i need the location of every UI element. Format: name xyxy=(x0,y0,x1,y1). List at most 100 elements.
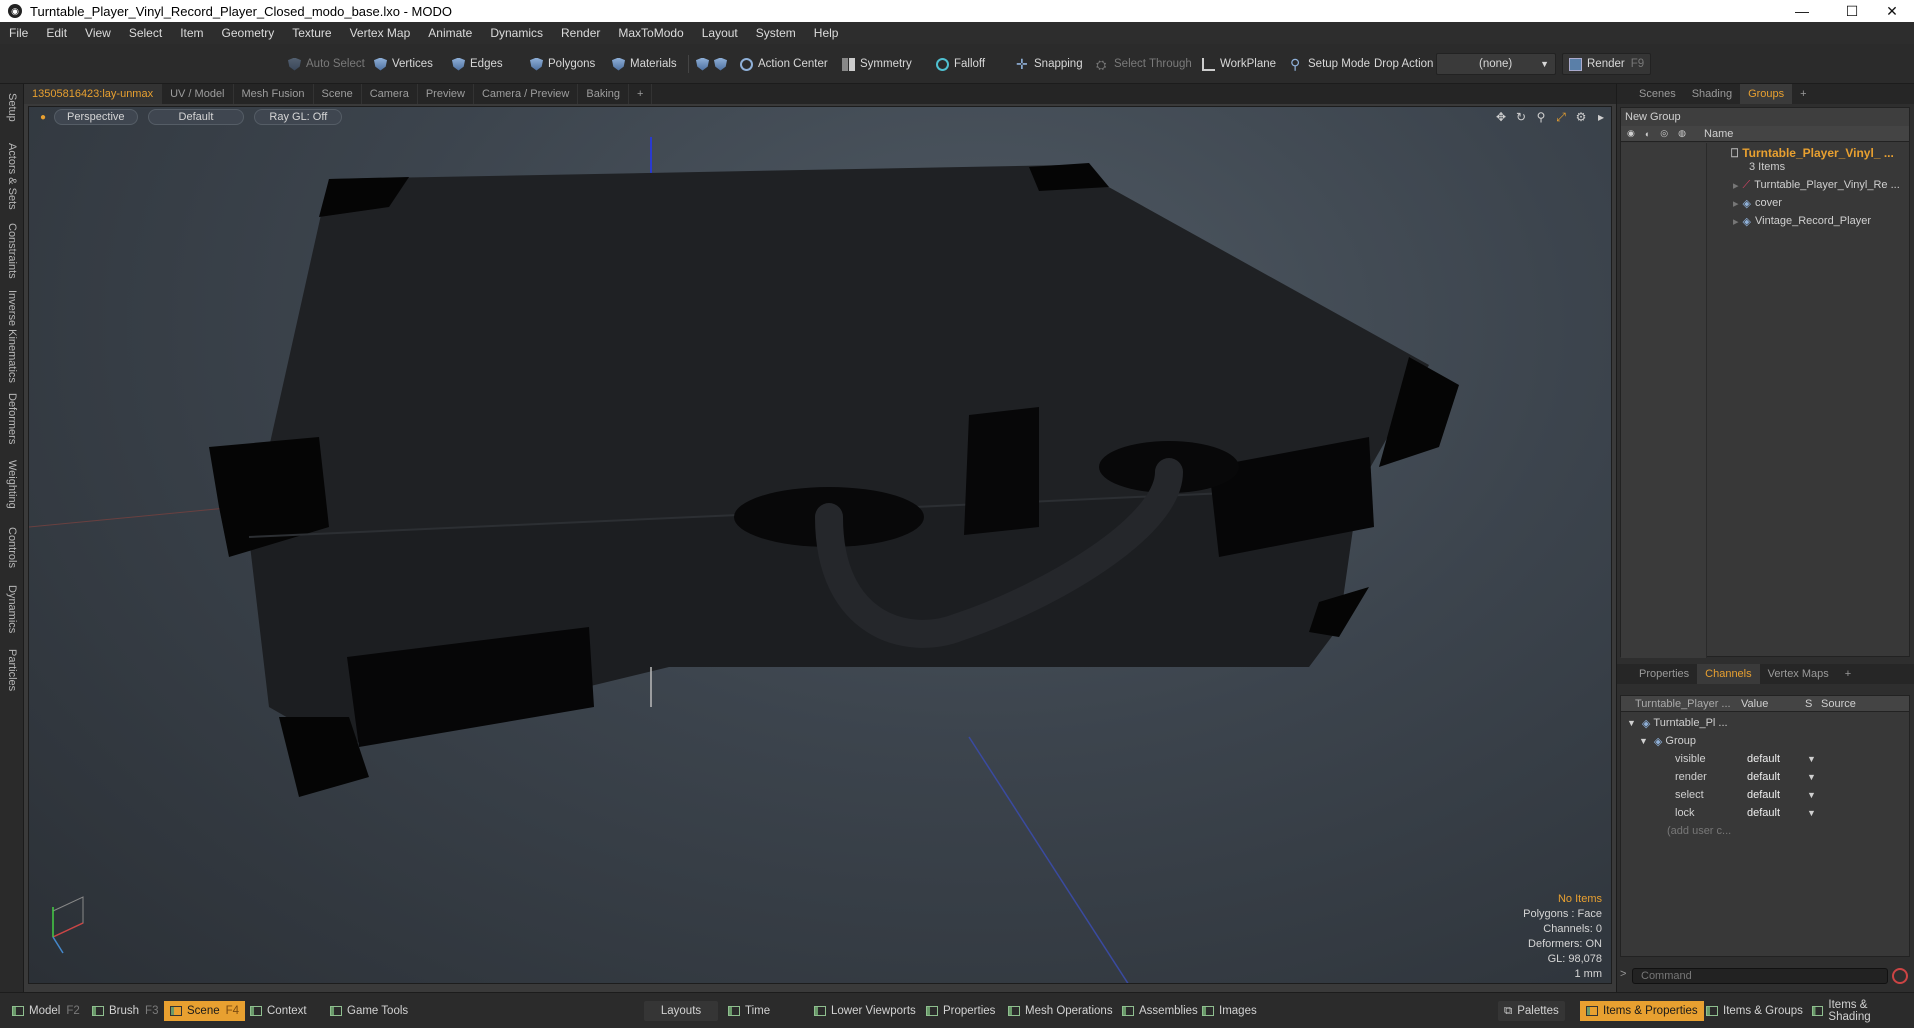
zoom-icon[interactable]: ⚲ xyxy=(1533,109,1549,125)
menu-view[interactable]: View xyxy=(76,26,120,40)
tab-scenes[interactable]: Scenes xyxy=(1631,84,1684,104)
menu-animate[interactable]: Animate xyxy=(419,26,481,40)
falloff-button[interactable]: Falloff xyxy=(930,53,991,75)
time-button[interactable]: Time xyxy=(722,1001,776,1021)
add-panel-tab[interactable]: + xyxy=(1792,84,1814,104)
left-tab-actors-sets[interactable]: Actors & Sets xyxy=(3,140,21,212)
menu-help[interactable]: Help xyxy=(805,26,848,40)
group-child-item[interactable]: ▸ ◈ cover xyxy=(1733,194,1782,212)
left-tab-deformers[interactable]: Deformers xyxy=(3,390,21,448)
palettes-button[interactable]: ⧉ Palettes xyxy=(1498,1001,1565,1021)
left-tab-dynamics[interactable]: Dynamics xyxy=(3,580,21,638)
items-groups-button[interactable]: Items & Groups xyxy=(1700,1001,1809,1021)
menu-file[interactable]: File xyxy=(0,26,37,40)
menu-texture[interactable]: Texture xyxy=(283,26,340,40)
command-input[interactable]: Command xyxy=(1632,968,1888,984)
action-center-button[interactable]: Action Center xyxy=(734,53,834,75)
channel-row[interactable]: visible default ▼ xyxy=(1643,750,1909,768)
tab-camera[interactable]: Camera xyxy=(362,84,418,104)
model-layout-button[interactable]: Model F2 xyxy=(6,1001,86,1021)
viewport-menu-icon[interactable]: ▸ xyxy=(1593,109,1609,125)
menu-render[interactable]: Render xyxy=(552,26,609,40)
group-child-item[interactable]: ▸ ◈ Vintage_Record_Player xyxy=(1733,212,1871,230)
render-button[interactable]: Render F9 xyxy=(1562,53,1652,75)
workplane-button[interactable]: WorkPlane xyxy=(1196,53,1282,75)
vertices-button[interactable]: Vertices xyxy=(368,53,439,75)
polygons-button[interactable]: Polygons xyxy=(524,53,601,75)
menu-system[interactable]: System xyxy=(747,26,805,40)
drop-action-select[interactable]: (none) ▼ xyxy=(1436,53,1556,75)
lower-viewports-button[interactable]: Lower Viewports xyxy=(808,1001,922,1021)
menu-dynamics[interactable]: Dynamics xyxy=(481,26,552,40)
tab-preview[interactable]: Preview xyxy=(418,84,474,104)
channel-row[interactable]: select default ▼ xyxy=(1643,786,1909,804)
left-tab-setup[interactable]: Setup xyxy=(3,90,21,124)
maximize-viewport-icon[interactable]: ⤢ xyxy=(1553,109,1569,125)
3d-viewport[interactable] xyxy=(28,106,1612,984)
materials-button[interactable]: Materials xyxy=(606,53,683,75)
layouts-button[interactable]: Layouts xyxy=(644,1001,718,1021)
tab-properties[interactable]: Properties xyxy=(1631,664,1697,684)
tab-mesh-fusion[interactable]: Mesh Fusion xyxy=(234,84,314,104)
tab-camera-preview[interactable]: Camera / Preview xyxy=(474,84,579,104)
maximize-button[interactable]: ☐ xyxy=(1830,0,1874,22)
menu-geometry[interactable]: Geometry xyxy=(213,26,284,40)
channel-value[interactable]: default xyxy=(1747,771,1807,783)
items-shading-button[interactable]: Items & Shading xyxy=(1806,999,1914,1023)
mesh-operations-button[interactable]: Mesh Operations xyxy=(1002,1001,1119,1021)
raygl-button[interactable]: Ray GL: Off xyxy=(254,109,343,125)
rotate-icon[interactable]: ↻ xyxy=(1513,109,1529,125)
channel-row[interactable]: render default ▼ xyxy=(1643,768,1909,786)
chevron-down-icon[interactable]: ▼ xyxy=(1807,772,1816,782)
group-child-item[interactable]: ▸ ⟋ Turntable_Player_Vinyl_Re ... xyxy=(1733,176,1900,194)
close-button[interactable]: ✕ xyxy=(1870,0,1914,22)
auto-select-button[interactable]: Auto Select xyxy=(282,53,371,75)
channel-row[interactable]: lock default ▼ xyxy=(1643,804,1909,822)
record-macro-icon[interactable] xyxy=(1892,968,1908,984)
channel-root-item[interactable]: ▼ ◈ Turntable_Pl ... xyxy=(1627,714,1728,732)
menu-maxtomodo[interactable]: MaxToModo xyxy=(609,26,692,40)
add-tab-button[interactable]: + xyxy=(629,84,653,104)
properties-button[interactable]: Properties xyxy=(920,1001,1001,1021)
tab-baking[interactable]: Baking xyxy=(578,84,630,104)
chevron-down-icon[interactable]: ▼ xyxy=(1807,808,1816,818)
pan-icon[interactable]: ✥ xyxy=(1493,109,1509,125)
tab-layout-unmax[interactable]: 13505816423:lay-unmax xyxy=(24,84,163,104)
assemblies-button[interactable]: Assemblies xyxy=(1116,1001,1204,1021)
brush-layout-button[interactable]: Brush F3 xyxy=(86,1001,164,1021)
menu-vertex-map[interactable]: Vertex Map xyxy=(341,26,420,40)
channel-value[interactable]: default xyxy=(1747,807,1807,819)
images-button[interactable]: Images xyxy=(1196,1001,1263,1021)
select-mode-icons[interactable] xyxy=(690,53,738,75)
left-tab-constraints[interactable]: Constraints xyxy=(3,220,21,282)
setup-mode-button[interactable]: ⚲ Setup Mode xyxy=(1284,53,1376,75)
menu-edit[interactable]: Edit xyxy=(37,26,76,40)
new-group-button[interactable]: New Group xyxy=(1621,108,1909,126)
add-lower-tab[interactable]: + xyxy=(1837,664,1859,684)
edges-button[interactable]: Edges xyxy=(446,53,509,75)
items-properties-button[interactable]: Items & Properties xyxy=(1580,1001,1704,1021)
viewport-settings-icon[interactable]: ⚙ xyxy=(1573,109,1589,125)
scene-layout-button[interactable]: Scene F4 xyxy=(164,1001,246,1021)
tab-uv-model[interactable]: UV / Model xyxy=(162,84,234,104)
menu-item[interactable]: Item xyxy=(171,26,212,40)
menu-select[interactable]: Select xyxy=(120,26,171,40)
context-layout-button[interactable]: Context xyxy=(244,1001,313,1021)
tab-shading[interactable]: Shading xyxy=(1684,84,1740,104)
channel-value[interactable]: default xyxy=(1747,789,1807,801)
chevron-down-icon[interactable]: ▼ xyxy=(1807,754,1816,764)
symmetry-button[interactable]: Symmetry xyxy=(836,53,918,75)
menu-layout[interactable]: Layout xyxy=(693,26,747,40)
chevron-down-icon[interactable]: ▼ xyxy=(1807,790,1816,800)
shading-mode-button[interactable]: Default xyxy=(147,109,245,125)
tab-scene[interactable]: Scene xyxy=(314,84,362,104)
game-tools-layout-button[interactable]: Game Tools xyxy=(324,1001,414,1021)
tab-channels[interactable]: Channels xyxy=(1697,664,1760,684)
minimize-button[interactable]: — xyxy=(1780,0,1824,22)
view-mode-button[interactable]: Perspective xyxy=(54,109,138,125)
add-user-channel[interactable]: (add user c... xyxy=(1667,822,1731,840)
left-tab-controls[interactable]: Controls xyxy=(3,520,21,574)
left-tab-weighting[interactable]: Weighting xyxy=(3,454,21,514)
snapping-button[interactable]: ✛ Snapping xyxy=(1010,53,1089,75)
tab-groups[interactable]: Groups xyxy=(1740,84,1793,104)
